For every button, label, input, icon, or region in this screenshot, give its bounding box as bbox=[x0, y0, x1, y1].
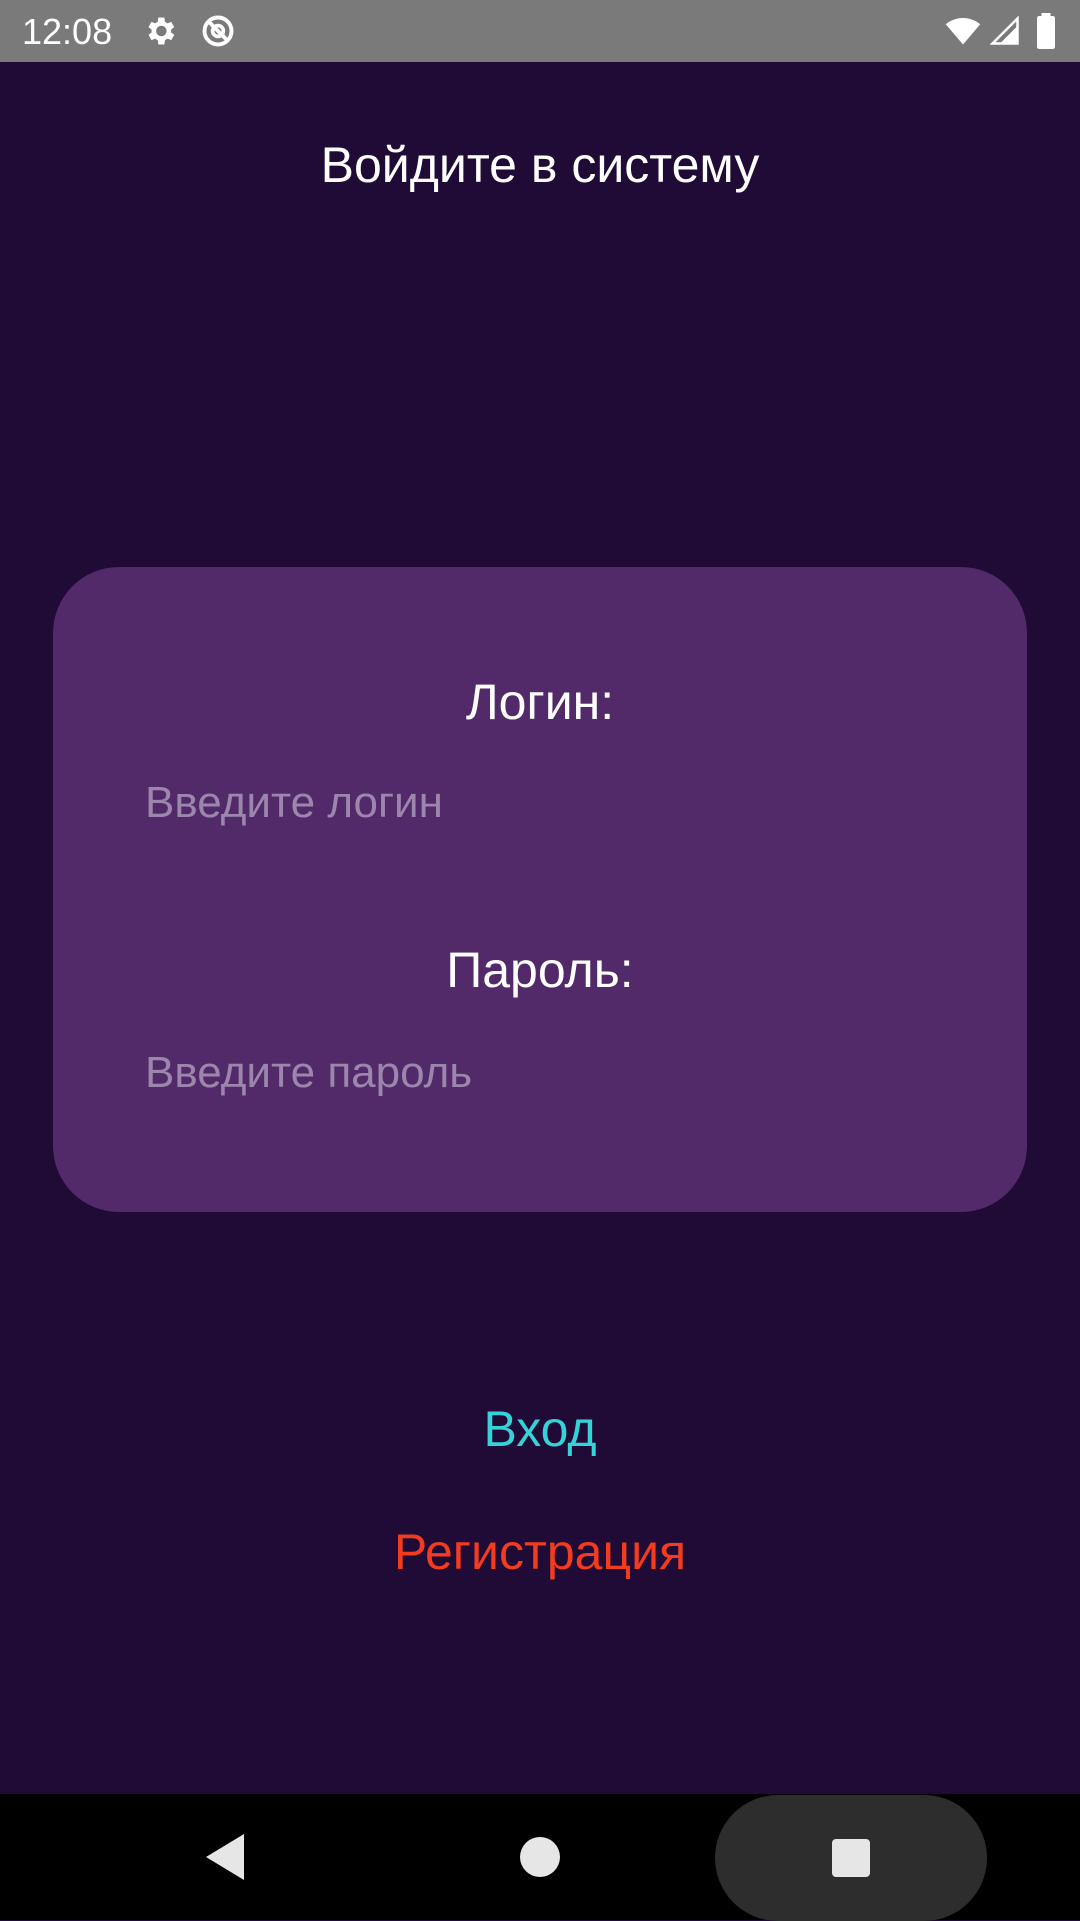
login-card: Логин: Пароль: bbox=[53, 567, 1027, 1212]
wifi-icon bbox=[943, 13, 983, 49]
no-sync-icon bbox=[200, 13, 236, 49]
recents-button[interactable] bbox=[715, 1795, 987, 1921]
login-label: Логин: bbox=[465, 674, 615, 730]
login-button[interactable]: Вход bbox=[0, 1399, 1080, 1459]
password-label: Пароль: bbox=[446, 942, 634, 998]
status-time: 12:08 bbox=[22, 11, 113, 52]
recents-icon bbox=[832, 1839, 870, 1877]
gear-icon bbox=[142, 13, 178, 49]
register-button[interactable]: Регистрация bbox=[0, 1522, 1080, 1582]
signal-icon bbox=[990, 13, 1020, 49]
back-button[interactable] bbox=[180, 1794, 270, 1920]
password-input[interactable] bbox=[143, 1033, 945, 1113]
page-title: Войдите в систему bbox=[320, 137, 760, 193]
back-icon bbox=[206, 1834, 244, 1880]
navigation-bar bbox=[0, 1794, 1080, 1921]
login-input[interactable] bbox=[143, 763, 945, 843]
home-button[interactable] bbox=[495, 1794, 585, 1920]
battery-icon bbox=[1033, 13, 1059, 49]
status-bar: 12:08 bbox=[0, 0, 1080, 62]
home-icon bbox=[520, 1837, 560, 1877]
